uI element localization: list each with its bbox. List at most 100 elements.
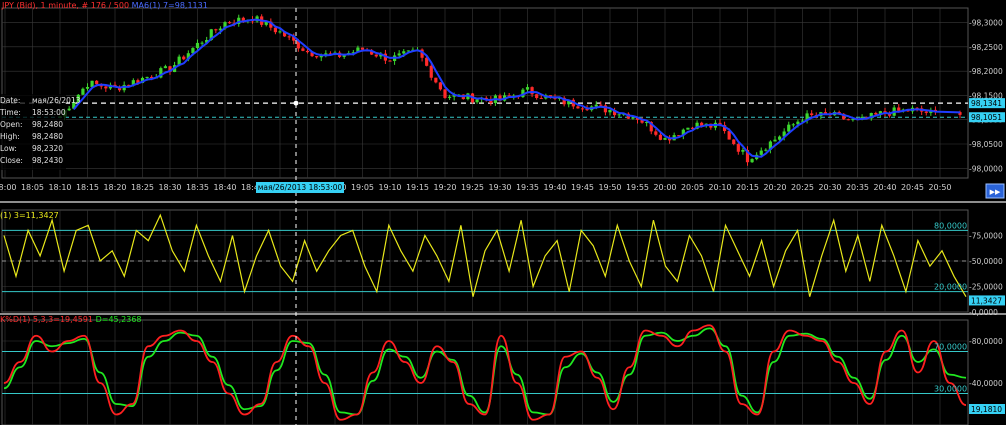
x-tick-label: 20:20 — [763, 183, 786, 192]
candle-body — [736, 144, 740, 152]
candle-body — [95, 80, 99, 85]
y-tick-label: -25,0000 — [969, 283, 1003, 292]
stoch-level-label: 30,0000 — [934, 385, 967, 394]
axes: 18:00 18:05 18:10 18:15 18:20 18:25 18:30 18:35… — [0, 19, 1003, 394]
stoch-badge-label: 19,1810 — [971, 405, 1002, 414]
candle-body — [846, 119, 850, 121]
candle-body — [608, 110, 612, 113]
candle-body — [200, 42, 204, 44]
chart-title-part: MA6(1) 7=98,1131 — [129, 1, 208, 10]
candle-body — [287, 36, 291, 38]
info-value: 98,2320 — [32, 144, 63, 153]
x-tick-label: 18:35 — [186, 183, 209, 192]
candle-body — [438, 82, 443, 90]
x-tick-label: 18:25 — [131, 183, 154, 192]
info-value: 98,2430 — [32, 156, 63, 165]
candle-body — [397, 53, 401, 56]
candle-body — [315, 56, 319, 58]
candle-body — [305, 50, 310, 53]
stoch-title-part: D=45,2368 — [93, 315, 142, 324]
candle-body — [777, 136, 782, 140]
candle-body — [214, 29, 218, 31]
candle-body — [658, 134, 663, 140]
info-label: Close: — [0, 156, 23, 165]
chart-title: JPY (Bid), 1 minute, # 176 / 500 MA6(1) … — [1, 1, 208, 10]
info-label: Open: — [0, 120, 23, 129]
candle-body — [741, 149, 745, 152]
x-tick-label: 20:25 — [791, 183, 814, 192]
candle-body — [750, 159, 754, 163]
candle-body — [810, 113, 814, 116]
x-tick-label: 20:10 — [708, 183, 731, 192]
crosshair-marker — [293, 100, 299, 106]
rsi-title: (1) 3=11,3427 — [0, 211, 59, 220]
scroll-right-icon: ▶▶ — [990, 188, 1001, 196]
candle-body — [195, 42, 200, 49]
info-label: Low: — [0, 144, 17, 153]
candle-body — [104, 86, 108, 89]
indicator-levels — [2, 102, 968, 394]
indicator-lines — [3, 18, 967, 421]
y-tick-label: -98,3000 — [969, 19, 1003, 28]
x-tick-label: 20:05 — [681, 183, 704, 192]
candle-body — [434, 77, 438, 83]
x-tick-label: 20:00 — [653, 183, 676, 192]
info-label: High: — [0, 132, 20, 141]
candle-body — [759, 150, 763, 155]
candle-body — [773, 139, 777, 142]
y-tick-label: -98,2000 — [969, 67, 1003, 76]
candle-body — [388, 60, 392, 62]
cursor-time-label: мая/26/2013 18:53:00 — [258, 183, 343, 192]
x-tick-label: 19:25 — [461, 183, 484, 192]
x-tick-label: 19:15 — [406, 183, 429, 192]
y-tick-label: -40,0000 — [969, 379, 1003, 388]
candle-body — [301, 48, 305, 51]
x-tick-label: 18:40 — [213, 183, 236, 192]
x-tick-label: 18:05 — [21, 183, 44, 192]
candle-body — [278, 31, 282, 33]
x-tick-label: 18:15 — [76, 183, 99, 192]
x-tick-label: 19:45 — [571, 183, 594, 192]
candle-body — [360, 47, 365, 50]
price-badge-label: 98,1051 — [971, 113, 1002, 122]
candle-body — [787, 124, 791, 132]
x-tick-label: 19:30 — [488, 183, 511, 192]
candle-body — [535, 94, 539, 98]
y-tick-label: -50,0000 — [969, 257, 1003, 266]
x-tick-label: 18:00 — [0, 183, 17, 192]
info-value: 98,2480 — [32, 132, 63, 141]
candle-body — [617, 114, 621, 116]
chart-title-part: JPY (Bid), 1 minute, # 176 / 500 — [1, 1, 129, 10]
x-tick-label: 20:40 — [873, 183, 896, 192]
candle-body — [732, 139, 736, 145]
candle-body — [654, 131, 658, 135]
info-value: мая/26/2013 — [32, 96, 81, 105]
x-tick-label: 20:15 — [736, 183, 759, 192]
grid — [0, 7, 1006, 425]
x-tick-label: 20:50 — [928, 183, 951, 192]
candle-body — [631, 117, 635, 119]
y-tick-label: -75,0000 — [969, 232, 1003, 241]
candle-body — [686, 127, 690, 130]
price-badge-label: 98,1341 — [971, 99, 1002, 108]
candle-body — [447, 96, 452, 98]
stoch-title: K%D(1) 5,3,3=19,4591 D=45,2368 — [0, 315, 142, 324]
rsi-badge-label: 11,3427 — [971, 296, 1002, 305]
candle-body — [85, 86, 90, 89]
rsi-level-label: 20,0000 — [934, 283, 967, 292]
x-tick-label: 19:10 — [378, 183, 401, 192]
rsi-level-label: 80,0000 — [934, 221, 967, 230]
info-value: 18:53:00 — [32, 108, 66, 117]
candle-body — [429, 65, 433, 78]
x-tick-label: 18:30 — [158, 183, 181, 192]
candle-body — [791, 124, 795, 126]
candle-body — [663, 138, 667, 140]
candle-body — [594, 104, 598, 107]
y-tick-label: -98,0000 — [969, 164, 1003, 173]
y-tick-label: -80,0000 — [969, 337, 1003, 346]
candle-body — [475, 99, 479, 103]
x-tick-label: 19:35 — [516, 183, 539, 192]
x-tick-label: 20:30 — [818, 183, 841, 192]
candle-body — [874, 113, 878, 115]
x-tick-label: 19:55 — [626, 183, 649, 192]
